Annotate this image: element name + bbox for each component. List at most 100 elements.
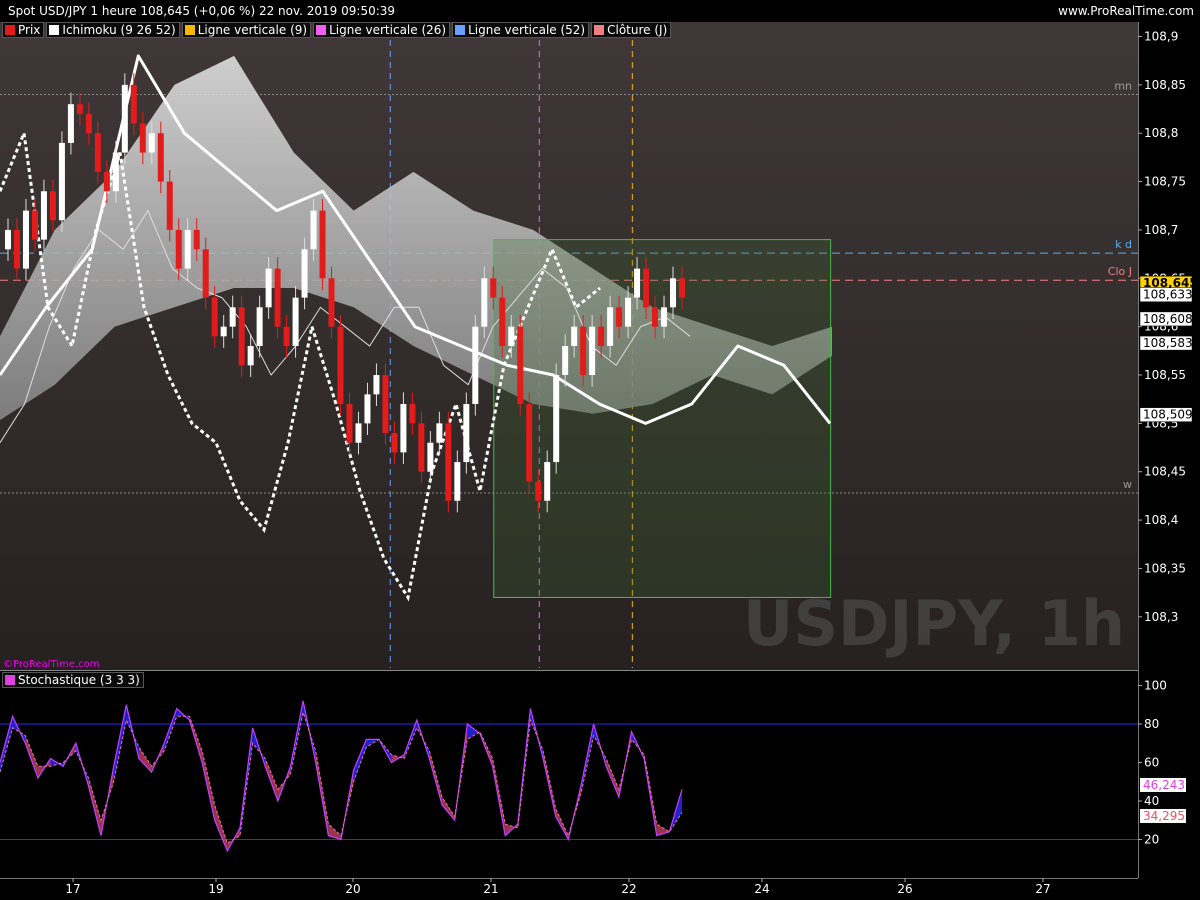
indicator-legend: Prix Ichimoku (9 26 52) Ligne verticale (9… xyxy=(2,22,672,38)
price-value-badge: 108,509 xyxy=(1139,407,1193,422)
candle xyxy=(337,315,344,416)
candle-body xyxy=(661,307,668,327)
selection-box[interactable] xyxy=(493,239,832,598)
candle-body xyxy=(355,423,362,443)
stoch-badge-label: 46,243 xyxy=(1143,778,1185,792)
legend-item[interactable]: Ligne verticale (52) xyxy=(452,22,590,38)
candle-body xyxy=(103,171,110,192)
candle-body xyxy=(202,249,209,298)
candle-body xyxy=(391,433,398,453)
stoch-value-badge: 46,243 xyxy=(1140,777,1186,792)
hline-label: mn xyxy=(1114,80,1132,93)
x-tick-label: 26 xyxy=(897,882,912,896)
vline-swatch-icon xyxy=(455,25,466,35)
candle-body xyxy=(310,210,317,250)
price-value-badge: 108,583 xyxy=(1139,335,1193,351)
x-tick-label: 22 xyxy=(621,882,636,896)
candle-body xyxy=(553,375,560,463)
candle xyxy=(526,392,533,494)
candle-body xyxy=(274,268,281,327)
price-swatch-icon xyxy=(5,25,15,35)
candle-body xyxy=(112,152,119,192)
legend-label: Prix xyxy=(18,23,41,37)
candle-body xyxy=(544,462,551,501)
candle-body xyxy=(508,326,515,346)
candle-body xyxy=(94,133,101,172)
candle-body xyxy=(598,326,605,346)
candle-body xyxy=(337,326,344,405)
candle-body xyxy=(607,307,614,346)
candle-body xyxy=(256,307,263,346)
price-tick-label: 108,35 xyxy=(1144,561,1186,575)
x-tick-label: 20 xyxy=(345,882,360,896)
price-badge-label: 108,608 xyxy=(1143,312,1193,326)
candle-body xyxy=(364,394,371,424)
stoch-legend-label: Stochastique (3 3 3) xyxy=(18,673,140,687)
legend-label: Ichimoku (9 26 52) xyxy=(62,23,176,37)
legend-item[interactable]: Prix xyxy=(2,22,45,38)
stoch-legend[interactable]: Stochastique (3 3 3) xyxy=(2,672,144,688)
candle-body xyxy=(670,278,677,308)
candle-body xyxy=(517,326,524,405)
stoch-swatch-icon xyxy=(5,675,15,685)
close-swatch-icon xyxy=(594,25,605,35)
site-link[interactable]: www.ProRealTime.com xyxy=(1058,4,1194,18)
candle-body xyxy=(625,297,632,327)
candle-body xyxy=(616,307,623,327)
x-tick-label: 17 xyxy=(65,882,80,896)
candle-body xyxy=(445,423,452,501)
candle-body xyxy=(157,133,164,182)
legend-item[interactable]: Ligne verticale (26) xyxy=(313,22,451,38)
candle-body xyxy=(49,191,56,221)
candle-body xyxy=(175,229,182,269)
candle-body xyxy=(184,229,191,269)
candle-body xyxy=(481,278,488,327)
candle-body xyxy=(679,278,685,298)
top-bar: Spot USD/JPY 1 heure 108,645 (+0,06 %) 2… xyxy=(0,0,1200,22)
candle-body xyxy=(40,191,47,240)
stoch-tick-label: 20 xyxy=(1144,832,1159,846)
candle-body xyxy=(13,229,20,269)
candle-body xyxy=(220,326,227,337)
legend-item[interactable]: Clôture (J) xyxy=(591,22,672,38)
candle-body xyxy=(238,307,245,366)
candle-body xyxy=(652,307,659,327)
chart-canvas[interactable]: mnk dClo JwUSDJPY, 1h 108,9108,85108,810… xyxy=(0,0,1200,900)
candle-body xyxy=(535,481,542,501)
stoch-tick-label: 80 xyxy=(1144,717,1159,731)
vline-swatch-icon xyxy=(184,25,195,35)
candle-body xyxy=(571,326,578,346)
candle-body xyxy=(382,375,389,434)
stoch-tick-label: 60 xyxy=(1144,755,1159,769)
candle-body xyxy=(409,404,416,424)
price-tick-label: 108,75 xyxy=(1144,175,1186,189)
price-tick-label: 108,55 xyxy=(1144,368,1186,382)
candle xyxy=(517,315,524,416)
candle-body xyxy=(427,442,434,472)
candle-body xyxy=(292,297,299,346)
legend-label: Ligne verticale (9) xyxy=(197,23,308,37)
legend-item[interactable]: Ichimoku (9 26 52) xyxy=(46,22,180,38)
candle-body xyxy=(526,404,533,482)
candle xyxy=(463,392,470,474)
x-tick-label: 24 xyxy=(754,882,769,896)
hline-label: w xyxy=(1123,478,1132,491)
candle-body xyxy=(373,375,380,395)
price-tick-label: 108,4 xyxy=(1144,513,1178,527)
candle-body xyxy=(418,423,425,472)
legend-label: Clôture (J) xyxy=(607,23,668,37)
legend-item[interactable]: Ligne verticale (9) xyxy=(181,22,312,38)
candle xyxy=(274,257,281,339)
candle-body xyxy=(193,229,200,250)
hline-label: k d xyxy=(1115,238,1132,251)
stoch-badge-label: 34,295 xyxy=(1143,809,1185,823)
stoch-tick-label: 40 xyxy=(1144,794,1159,808)
price-badge-label: 108,633 xyxy=(1143,288,1193,302)
candle xyxy=(58,131,65,232)
candle-body xyxy=(85,113,92,134)
price-tick-label: 108,3 xyxy=(1144,610,1178,624)
candle xyxy=(472,315,479,416)
candle-body xyxy=(463,404,470,463)
candle-body xyxy=(283,326,290,346)
price-tick-label: 108,7 xyxy=(1144,223,1178,237)
